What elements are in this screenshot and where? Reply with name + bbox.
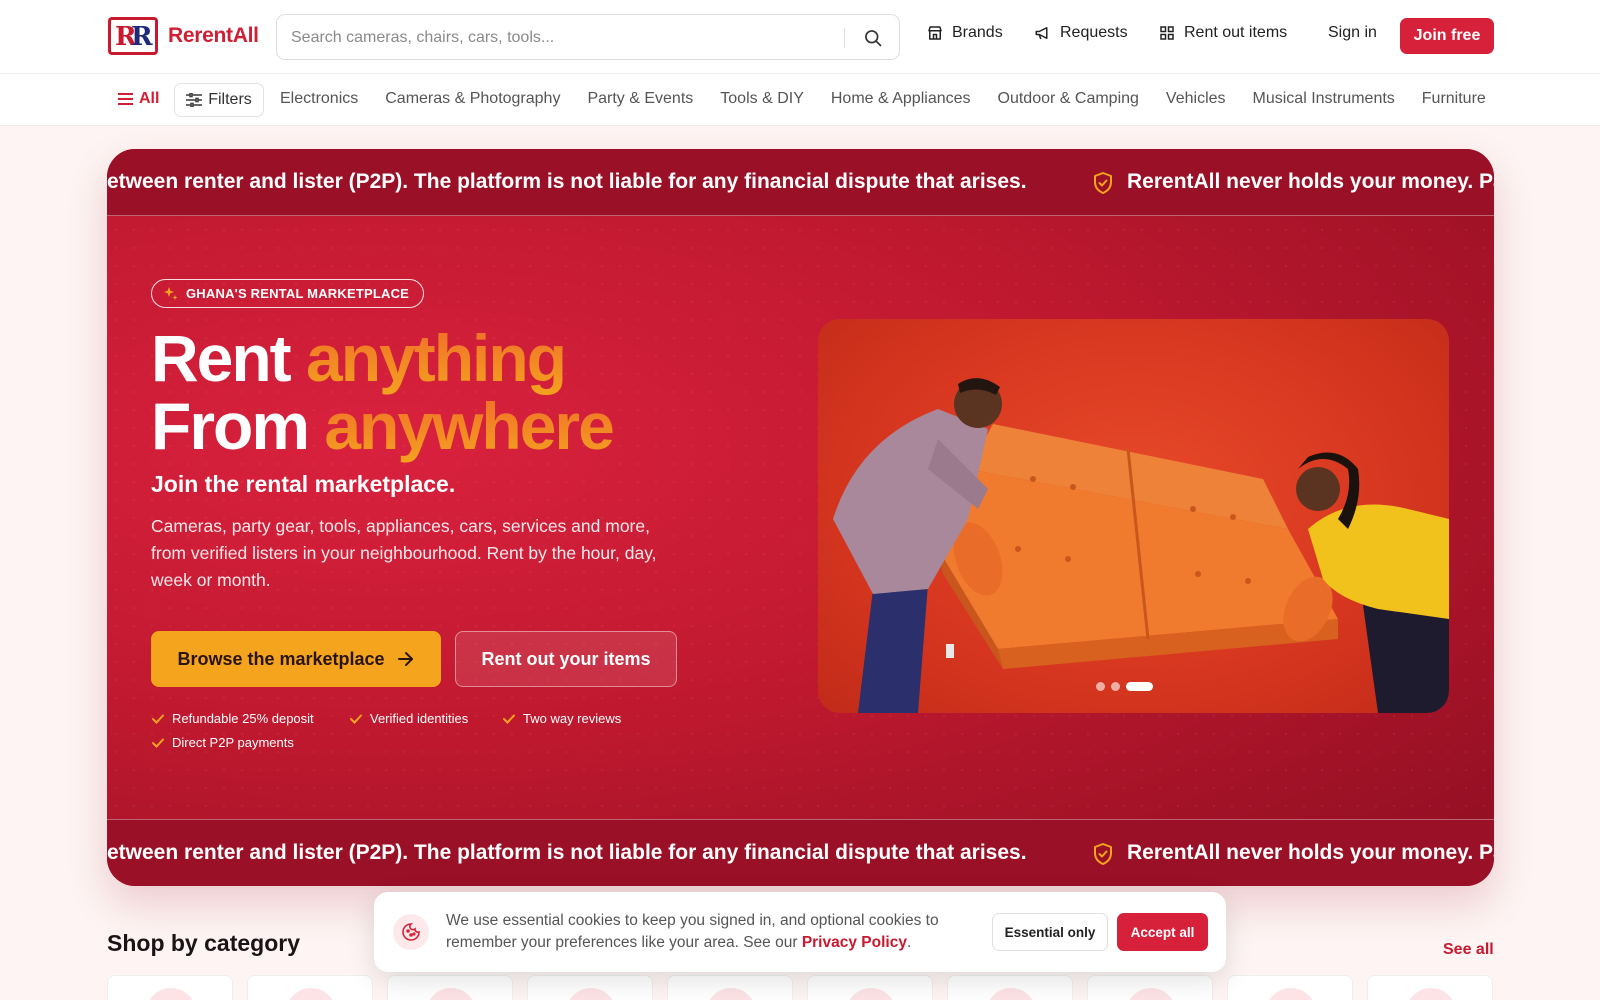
category-party[interactable]: Party & Events xyxy=(587,90,693,108)
feature-payments-label: Direct P2P payments xyxy=(172,735,294,750)
ticker-bottom-text-1: etween renter and lister (P2P). The plat… xyxy=(107,841,1027,864)
feature-reviews: Two way reviews xyxy=(502,711,621,726)
logo-mark-icon: RR xyxy=(108,17,158,55)
all-label: All xyxy=(139,90,160,107)
nav-rent-out[interactable]: Rent out items xyxy=(1158,24,1287,42)
sofa-illustration xyxy=(938,424,1338,669)
essential-only-button[interactable]: Essential only xyxy=(992,913,1108,951)
search-input[interactable] xyxy=(291,25,831,51)
hero-illustration xyxy=(833,378,1449,713)
hero-banner: etween renter and lister (P2P). The plat… xyxy=(107,149,1494,886)
check-icon xyxy=(152,714,164,724)
carousel-dot-1[interactable] xyxy=(1096,682,1105,691)
category-card[interactable] xyxy=(1367,975,1493,1000)
privacy-policy-link[interactable]: Privacy Policy xyxy=(802,934,907,951)
search-icon xyxy=(865,30,882,47)
category-card[interactable] xyxy=(1227,975,1353,1000)
hero-headline-line-2: From anywhere xyxy=(151,389,615,463)
hero-headline-line-1: Rent anything xyxy=(151,321,567,395)
hero-description: Cameras, party gear, tools, appliances, … xyxy=(151,516,657,590)
filters-button[interactable]: Filters xyxy=(174,83,264,117)
category-card[interactable] xyxy=(527,975,653,1000)
category-furniture[interactable]: Furniture xyxy=(1422,90,1486,108)
nav-rent-out-label: Rent out items xyxy=(1184,24,1288,41)
all-categories-button[interactable]: All xyxy=(118,90,159,108)
logo-text: RerentAll xyxy=(168,24,259,47)
category-vehicles[interactable]: Vehicles xyxy=(1166,90,1226,108)
category-card[interactable] xyxy=(107,975,233,1000)
category-card[interactable] xyxy=(807,975,933,1000)
ticker-bottom: etween renter and lister (P2P). The plat… xyxy=(107,819,1494,886)
category-bar: All Filters Electronics Cameras & Photog… xyxy=(0,74,1600,126)
hero-badge: GHANA'S RENTAL MARKETPLACE xyxy=(151,279,425,308)
ticker-text-1: etween renter and lister (P2P). The plat… xyxy=(107,170,1027,193)
sparkle-icon xyxy=(164,286,178,300)
headline-from: From xyxy=(151,389,310,463)
search-divider xyxy=(844,28,845,48)
cookie-banner: We use essential cookies to keep you sig… xyxy=(374,892,1226,972)
shop-by-category-title: Shop by category xyxy=(107,930,300,956)
category-tools[interactable]: Tools & DIY xyxy=(720,90,804,108)
category-cameras[interactable]: Cameras & Photography xyxy=(385,90,560,108)
menu-icon xyxy=(118,93,133,105)
megaphone-icon xyxy=(1035,27,1048,40)
browse-marketplace-button[interactable]: Browse the marketplace xyxy=(151,631,441,687)
headline-anything: anything xyxy=(306,321,567,395)
headline-anywhere: anywhere xyxy=(324,389,614,463)
nav-brands-label: Brands xyxy=(952,24,1003,41)
browse-marketplace-label: Browse the marketplace xyxy=(177,648,385,669)
category-card[interactable] xyxy=(387,975,513,1000)
see-all-link[interactable]: See all xyxy=(1443,941,1494,959)
nav-requests-label: Requests xyxy=(1060,24,1128,41)
shield-check-icon xyxy=(1094,843,1112,865)
category-electronics[interactable]: Electronics xyxy=(280,90,358,108)
join-free-button[interactable]: Join free xyxy=(1400,18,1494,54)
accept-all-button[interactable]: Accept all xyxy=(1117,913,1208,951)
feature-payments: Direct P2P payments xyxy=(151,735,294,750)
grid-icon xyxy=(1160,26,1174,40)
category-outdoor[interactable]: Outdoor & Camping xyxy=(998,90,1139,108)
cookie-message: We use essential cookies to keep you sig… xyxy=(446,910,976,954)
nav-brands[interactable]: Brands xyxy=(926,24,1003,42)
category-card[interactable] xyxy=(667,975,793,1000)
feature-deposit-label: Refundable 25% deposit xyxy=(172,711,314,726)
filters-label: Filters xyxy=(208,91,252,108)
store-icon xyxy=(928,26,942,40)
sign-in-link[interactable]: Sign in xyxy=(1328,24,1377,42)
cookie-icon xyxy=(393,914,429,950)
search-bar xyxy=(276,14,900,60)
category-list: Electronics Cameras & Photography Party … xyxy=(280,90,1512,108)
ticker-bottom-text-2: RerentAll never holds your money. Pay xyxy=(1127,841,1494,864)
carousel-dot-2[interactable] xyxy=(1111,682,1120,691)
logo[interactable]: RR RerentAll xyxy=(108,17,259,55)
rent-out-items-button[interactable]: Rent out your items xyxy=(455,631,677,687)
headline-rent: Rent xyxy=(151,321,292,395)
category-card[interactable] xyxy=(947,975,1073,1000)
shield-check-icon xyxy=(1094,172,1112,194)
hero-photo xyxy=(818,319,1449,713)
ticker-text-2: RerentAll never holds your money. Pay xyxy=(1127,170,1494,193)
cookie-text-after: . xyxy=(906,934,912,951)
carousel-dots xyxy=(1096,682,1153,691)
check-icon xyxy=(503,714,515,724)
search-button[interactable] xyxy=(855,22,891,54)
nav-requests[interactable]: Requests xyxy=(1034,24,1128,42)
category-music[interactable]: Musical Instruments xyxy=(1253,90,1395,108)
feature-reviews-label: Two way reviews xyxy=(523,711,622,726)
feature-deposit: Refundable 25% deposit xyxy=(151,711,314,726)
carousel-dot-3-active[interactable] xyxy=(1126,682,1153,691)
category-card[interactable] xyxy=(1087,975,1213,1000)
check-icon xyxy=(152,738,164,748)
feature-verified-label: Verified identities xyxy=(370,711,469,726)
sliders-icon xyxy=(186,93,203,107)
hero-subhead: Join the rental marketplace. xyxy=(151,471,456,497)
arrow-right-icon xyxy=(397,652,413,666)
feature-verified: Verified identities xyxy=(349,711,468,726)
check-icon xyxy=(350,714,362,724)
hero-badge-label: GHANA'S RENTAL MARKETPLACE xyxy=(186,286,410,301)
category-card[interactable] xyxy=(247,975,373,1000)
ticker-top: etween renter and lister (P2P). The plat… xyxy=(107,149,1494,216)
top-header: RR RerentAll Brands Requests Rent out it… xyxy=(0,0,1600,74)
category-home[interactable]: Home & Appliances xyxy=(831,90,971,108)
